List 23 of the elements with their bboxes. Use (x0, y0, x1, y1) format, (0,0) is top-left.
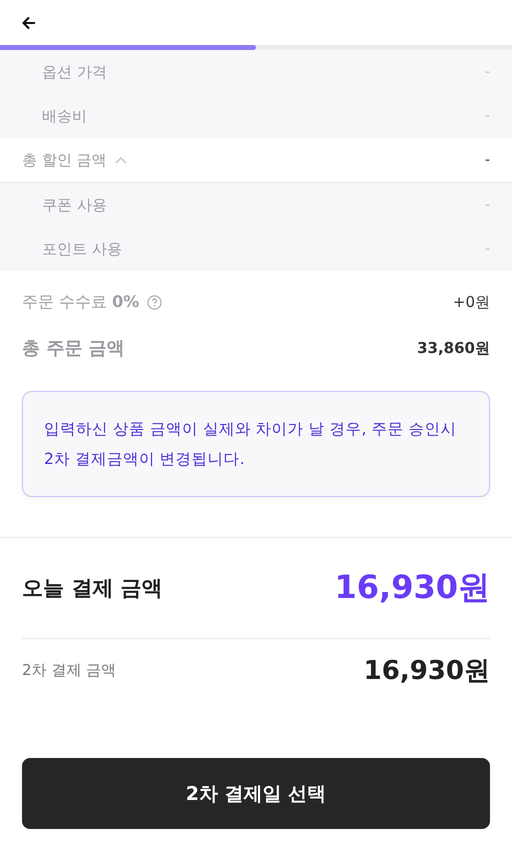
back-arrow-icon[interactable] (22, 16, 36, 30)
second-label: 2차 결제 금액 (22, 660, 116, 680)
second-value: 16,930원 (364, 654, 490, 688)
total-value: 33,860원 (417, 338, 490, 358)
help-icon[interactable] (147, 294, 162, 310)
fee-value: +0원 (452, 292, 490, 312)
notice-box: 입력하신 상품 금액이 실제와 차이가 날 경우, 주문 승인시 2차 결제금액이 변경됩니다. (22, 391, 490, 497)
row-label: 쿠폰 사용 (42, 196, 107, 214)
row-value: - (484, 108, 490, 124)
row-label: 포인트 사용 (42, 240, 122, 258)
chevron-up-icon[interactable] (114, 156, 127, 164)
row-label: 옵션 가격 (42, 62, 107, 82)
today-value: 16,930원 (334, 567, 490, 608)
total-label: 총 주문 금액 (22, 337, 125, 360)
row-label: 총 할인 금액 (22, 150, 107, 170)
fee-label: 주문 수수료 0% (22, 292, 140, 312)
row-value: - (484, 241, 490, 257)
row-value: - (484, 152, 490, 168)
row-label: 배송비 (42, 106, 87, 126)
today-label: 오늘 결제 금액 (22, 575, 163, 602)
select-date-button[interactable]: 2차 결제일 선택 (22, 758, 490, 829)
row-value: - (484, 197, 490, 213)
row-value: - (484, 64, 490, 80)
